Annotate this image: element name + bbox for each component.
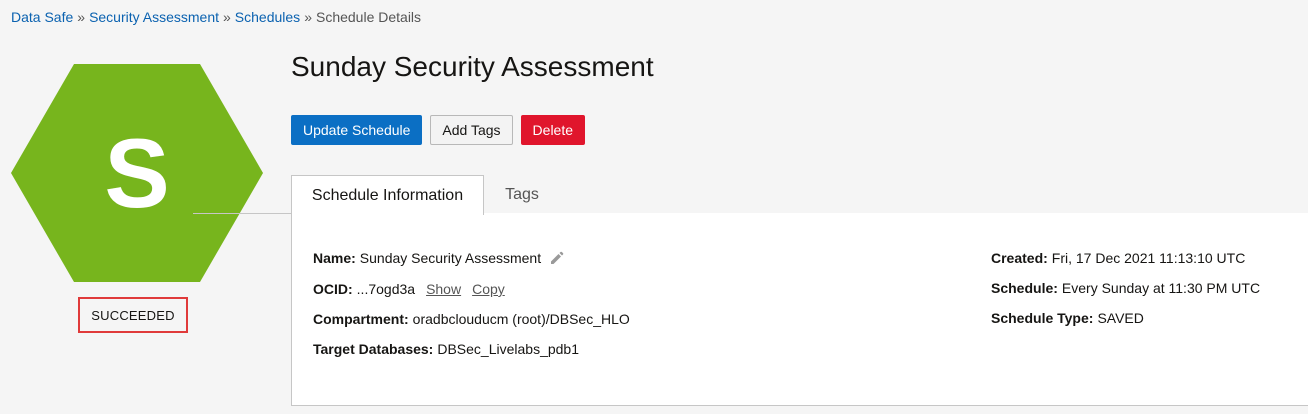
schedule-information-panel: Name: Sunday Security Assessment OCID: .…	[291, 213, 1308, 406]
schedule-type-label: Schedule Type:	[991, 310, 1094, 326]
action-bar: Update Schedule Add Tags Delete	[291, 115, 586, 145]
target-databases-row: Target Databases: DBSec_Livelabs_pdb1	[313, 340, 579, 358]
ocid-label: OCID:	[313, 281, 353, 297]
breadcrumb-link-security-assessment[interactable]: Security Assessment	[89, 9, 219, 25]
breadcrumb-link-schedules[interactable]: Schedules	[235, 9, 300, 25]
target-databases-value: DBSec_Livelabs_pdb1	[437, 341, 579, 357]
breadcrumb: Data Safe» Security Assessment» Schedules»…	[11, 8, 421, 26]
tab-bar: Schedule Information Tags	[291, 175, 1308, 215]
ocid-value: ...7ogd3a	[356, 281, 416, 297]
add-tags-button[interactable]: Add Tags	[430, 115, 513, 145]
name-label: Name:	[313, 250, 356, 266]
status-hexagon: S	[11, 64, 263, 282]
tab-schedule-information[interactable]: Schedule Information	[291, 175, 484, 215]
ocid-show-link[interactable]: Show	[426, 280, 461, 298]
schedule-value: Every Sunday at 11:30 PM UTC	[1061, 280, 1261, 296]
created-row: Created: Fri, 17 Dec 2021 11:13:10 UTC	[991, 249, 1245, 267]
pencil-icon[interactable]	[549, 250, 565, 266]
name-row: Name: Sunday Security Assessment	[313, 249, 565, 267]
update-schedule-button[interactable]: Update Schedule	[291, 115, 423, 145]
schedule-type-row: Schedule Type: SAVED	[991, 309, 1144, 327]
page-title: Sunday Security Assessment	[291, 51, 654, 82]
created-value: Fri, 17 Dec 2021 11:13:10 UTC	[1051, 250, 1246, 266]
ocid-row: OCID: ...7ogd3a Show Copy	[313, 280, 505, 298]
breadcrumb-separator: »	[77, 9, 86, 25]
breadcrumb-current: Schedule Details	[315, 9, 422, 25]
compartment-label: Compartment:	[313, 311, 409, 327]
compartment-value: oradbclouducm (root)/DBSec_HLO	[412, 311, 630, 327]
ocid-copy-link[interactable]: Copy	[472, 280, 505, 298]
delete-button[interactable]: Delete	[520, 115, 586, 145]
name-value: Sunday Security Assessment	[359, 250, 542, 266]
compartment-row: Compartment: oradbclouducm (root)/DBSec_…	[313, 310, 630, 328]
breadcrumb-separator: »	[304, 9, 312, 25]
schedule-row: Schedule: Every Sunday at 11:30 PM UTC	[991, 279, 1260, 297]
schedule-type-value: SAVED	[1097, 310, 1144, 326]
status-label: SUCCEEDED	[78, 297, 188, 333]
tab-tags[interactable]: Tags	[484, 175, 560, 214]
schedule-label: Schedule:	[991, 280, 1058, 296]
target-databases-label: Target Databases:	[313, 341, 434, 357]
hexagon-letter: S	[104, 117, 170, 228]
created-label: Created:	[991, 250, 1048, 266]
breadcrumb-link-data-safe[interactable]: Data Safe	[11, 9, 73, 25]
breadcrumb-separator: »	[223, 9, 231, 25]
